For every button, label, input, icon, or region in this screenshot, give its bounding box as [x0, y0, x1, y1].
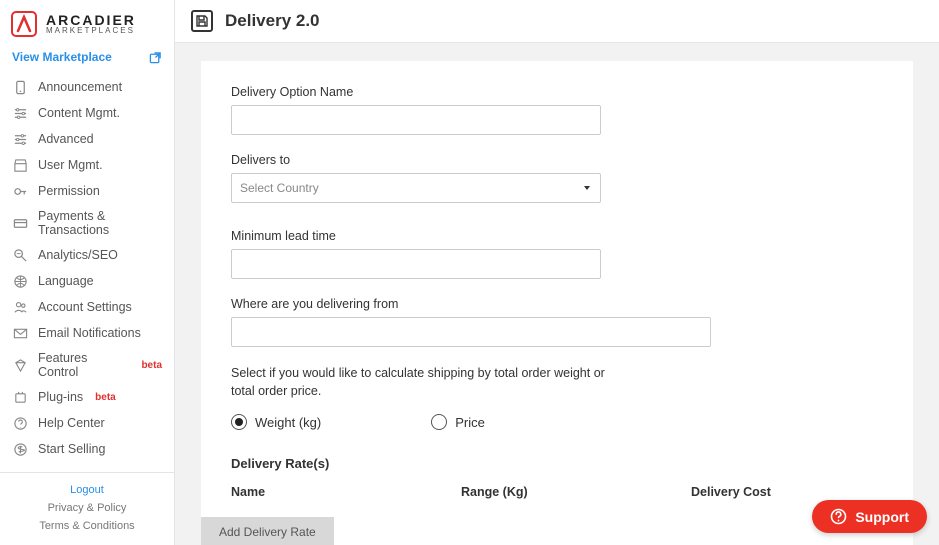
sliders-icon	[12, 131, 28, 147]
save-icon	[191, 10, 213, 32]
sidebar-nav: Announcement Content Mgmt. Advanced User…	[0, 74, 174, 472]
sidebar-item-label: Analytics/SEO	[38, 248, 118, 262]
help-icon	[830, 508, 847, 525]
sidebar-item-label: Advanced	[38, 132, 94, 146]
sidebar-item-plugins[interactable]: Plug-ins beta	[0, 384, 174, 410]
sidebar-item-content-mgmt[interactable]: Content Mgmt.	[0, 100, 174, 126]
calc-radio-group: Weight (kg) Price	[231, 414, 883, 430]
support-label: Support	[855, 509, 909, 525]
page-title: Delivery 2.0	[225, 11, 320, 31]
radio-icon	[231, 414, 247, 430]
sliders-icon	[12, 105, 28, 121]
sidebar-item-analytics[interactable]: Analytics/SEO	[0, 242, 174, 268]
rates-col-cost: Delivery Cost	[691, 485, 883, 499]
brand-mark-icon	[10, 10, 38, 38]
globe-icon	[12, 273, 28, 289]
sidebar-item-label: Language	[38, 274, 94, 288]
sidebar-item-label: Features Control	[38, 351, 129, 379]
sidebar-item-label: Email Notifications	[38, 326, 141, 340]
logout-link[interactable]: Logout	[0, 481, 174, 499]
terms-link[interactable]: Terms & Conditions	[0, 517, 174, 535]
delivering-from-input[interactable]	[231, 317, 711, 347]
sidebar-item-language[interactable]: Language	[0, 268, 174, 294]
page-header: Delivery 2.0	[175, 0, 939, 43]
external-link-icon	[149, 51, 162, 64]
sidebar-item-permission[interactable]: Permission	[0, 178, 174, 204]
beta-badge: beta	[141, 360, 162, 371]
brand-sub: MARKETPLACES	[46, 27, 136, 35]
dollar-icon	[12, 441, 28, 457]
content-scroll[interactable]: Delivery Option Name Delivers to Select …	[175, 43, 939, 545]
delivering-from-label: Where are you delivering from	[231, 297, 883, 311]
sidebar-item-payments[interactable]: Payments & Transactions	[0, 204, 174, 242]
sidebar-item-label: Help Center	[38, 416, 105, 430]
diamond-icon	[12, 357, 28, 373]
sidebar: ARCADIER MARKETPLACES View Marketplace A…	[0, 0, 175, 545]
beta-badge: beta	[95, 392, 116, 403]
rates-col-name: Name	[231, 485, 461, 499]
radio-price-label: Price	[455, 415, 485, 430]
phone-icon	[12, 79, 28, 95]
sidebar-item-announcement[interactable]: Announcement	[0, 74, 174, 100]
radio-weight-label: Weight (kg)	[255, 415, 321, 430]
chevron-down-icon	[582, 183, 592, 193]
plugin-icon	[12, 389, 28, 405]
analytics-icon	[12, 247, 28, 263]
delivers-to-label: Delivers to	[231, 153, 883, 167]
delivers-to-placeholder: Select Country	[240, 181, 319, 195]
add-delivery-rate-label: Add Delivery Rate	[219, 525, 316, 539]
sidebar-item-advanced[interactable]: Advanced	[0, 126, 174, 152]
delivery-rates-title: Delivery Rate(s)	[231, 456, 883, 471]
delivery-form-card: Delivery Option Name Delivers to Select …	[201, 61, 913, 545]
delivery-option-name-input[interactable]	[231, 105, 601, 135]
store-icon	[12, 157, 28, 173]
sidebar-item-label: Start Selling	[38, 442, 105, 456]
sidebar-item-label: Content Mgmt.	[38, 106, 120, 120]
key-icon	[12, 183, 28, 199]
card-icon	[12, 215, 28, 231]
sidebar-item-label: Permission	[38, 184, 100, 198]
sidebar-item-label: Announcement	[38, 80, 122, 94]
sidebar-item-help-center[interactable]: Help Center	[0, 410, 174, 436]
calc-instruction: Select if you would like to calculate sh…	[231, 365, 631, 400]
delivery-option-name-label: Delivery Option Name	[231, 85, 883, 99]
sidebar-item-start-selling[interactable]: Start Selling	[0, 436, 174, 462]
privacy-link[interactable]: Privacy & Policy	[0, 499, 174, 517]
mail-icon	[12, 325, 28, 341]
sidebar-item-label: Payments & Transactions	[38, 209, 162, 237]
delivery-rates-header: Name Range (Kg) Delivery Cost	[231, 485, 883, 507]
min-lead-time-label: Minimum lead time	[231, 229, 883, 243]
sidebar-item-email-notifications[interactable]: Email Notifications	[0, 320, 174, 346]
radio-price[interactable]: Price	[431, 414, 485, 430]
sidebar-item-user-mgmt[interactable]: User Mgmt.	[0, 152, 174, 178]
brand-name: ARCADIER	[46, 13, 136, 27]
view-marketplace-link[interactable]: View Marketplace	[0, 44, 174, 74]
min-lead-time-input[interactable]	[231, 249, 601, 279]
radio-icon	[431, 414, 447, 430]
add-delivery-rate-button[interactable]: Add Delivery Rate	[201, 517, 334, 545]
sidebar-item-label: Account Settings	[38, 300, 132, 314]
users-icon	[12, 299, 28, 315]
radio-weight[interactable]: Weight (kg)	[231, 414, 321, 430]
main: Delivery 2.0 Delivery Option Name Delive…	[175, 0, 939, 545]
sidebar-item-label: Plug-ins	[38, 390, 83, 404]
sidebar-item-label: User Mgmt.	[38, 158, 103, 172]
help-icon	[12, 415, 28, 431]
sidebar-item-account-settings[interactable]: Account Settings	[0, 294, 174, 320]
sidebar-footer: Logout Privacy & Policy Terms & Conditio…	[0, 472, 174, 545]
rates-col-range: Range (Kg)	[461, 485, 691, 499]
delivers-to-select[interactable]: Select Country	[231, 173, 601, 203]
support-button[interactable]: Support	[812, 500, 927, 533]
brand-logo: ARCADIER MARKETPLACES	[0, 0, 174, 44]
view-marketplace-label: View Marketplace	[12, 50, 112, 64]
sidebar-item-features-control[interactable]: Features Control beta	[0, 346, 174, 384]
